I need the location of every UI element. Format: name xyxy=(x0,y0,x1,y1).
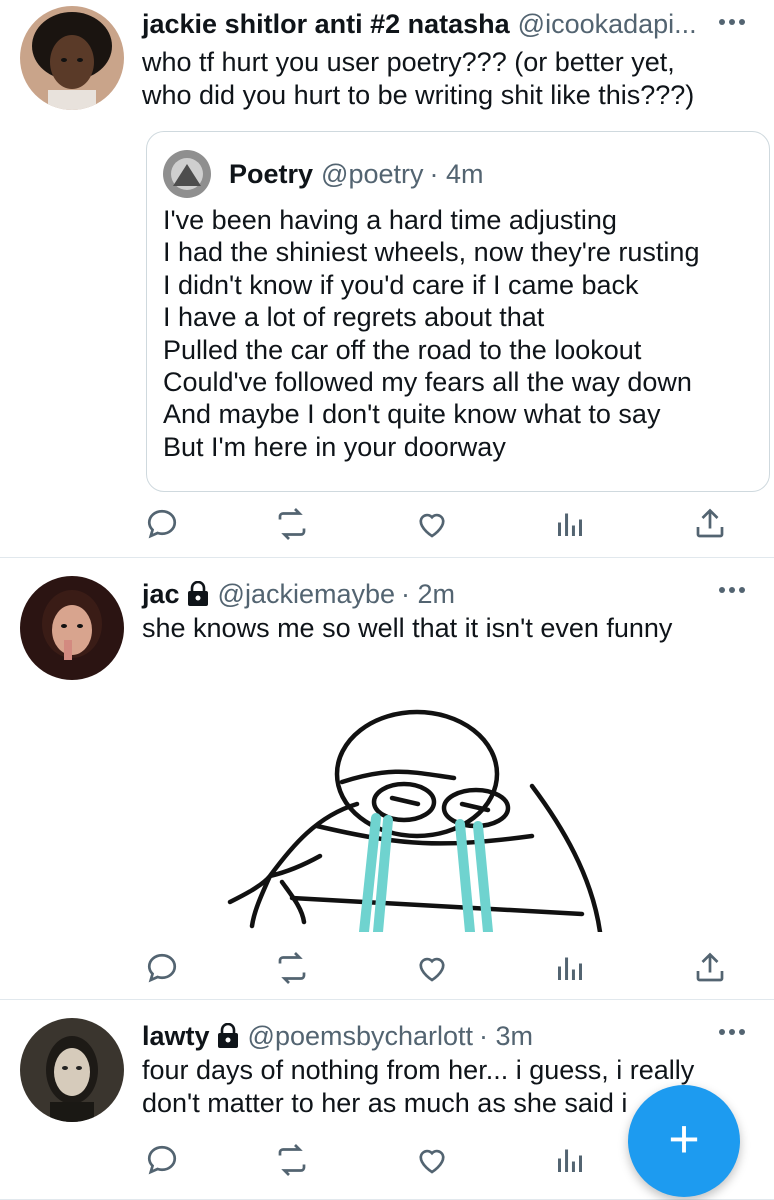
tweet-actions xyxy=(142,506,742,542)
more-options-icon[interactable] xyxy=(718,1028,746,1036)
avatar[interactable] xyxy=(20,576,124,680)
compose-tweet-button[interactable]: + xyxy=(628,1085,740,1197)
user-handle[interactable]: @jackiemaybe xyxy=(218,576,395,612)
tweet-time: · 2m xyxy=(401,579,456,609)
display-name[interactable]: jac xyxy=(142,576,180,612)
retweet-icon[interactable] xyxy=(274,506,310,542)
avatar[interactable] xyxy=(20,1018,124,1122)
quoted-display-name: Poetry xyxy=(229,158,314,189)
reply-icon[interactable] xyxy=(144,506,180,542)
tweet-2[interactable]: jac @jackiemaybe · 2m she knows me so we… xyxy=(0,558,774,1000)
retweet-icon[interactable] xyxy=(274,1142,310,1178)
analytics-icon[interactable] xyxy=(552,1142,588,1178)
lock-icon xyxy=(187,581,208,606)
user-handle[interactable]: @icookadapi... xyxy=(518,6,697,42)
tweet-actions xyxy=(142,950,742,986)
analytics-icon[interactable] xyxy=(552,506,588,542)
retweet-icon[interactable] xyxy=(274,950,310,986)
reply-icon[interactable] xyxy=(144,1142,180,1178)
share-icon[interactable] xyxy=(692,950,728,986)
avatar[interactable] xyxy=(20,6,124,110)
tweet-1[interactable]: jackie shitlor anti #2 natasha @icookada… xyxy=(0,0,774,558)
tweet-time: · 3m xyxy=(479,1021,534,1051)
quoted-text: I've been having a hard time adjusting I… xyxy=(163,205,700,462)
like-icon[interactable] xyxy=(414,506,450,542)
tweet-text: who tf hurt you user poetry??? (or bette… xyxy=(142,47,695,110)
quoted-avatar xyxy=(163,150,211,198)
more-options-icon[interactable] xyxy=(718,18,746,26)
reply-icon[interactable] xyxy=(144,950,180,986)
tweet-media-drawing[interactable] xyxy=(142,686,632,932)
quoted-time: · 4m xyxy=(429,158,484,189)
analytics-icon[interactable] xyxy=(552,950,588,986)
display-name[interactable]: jackie shitlor anti #2 natasha xyxy=(142,6,510,42)
like-icon[interactable] xyxy=(414,1142,450,1178)
lock-icon xyxy=(217,1023,238,1048)
like-icon[interactable] xyxy=(414,950,450,986)
quoted-tweet[interactable]: Poetry @poetry · 4m I've been having a h… xyxy=(146,131,770,492)
user-handle[interactable]: @poemsbycharlott xyxy=(248,1018,474,1054)
tweet-text: she knows me so well that it isn't even … xyxy=(142,613,673,643)
quoted-handle: @poetry xyxy=(321,158,424,189)
display-name[interactable]: lawty xyxy=(142,1018,210,1054)
more-options-icon[interactable] xyxy=(718,586,746,594)
share-icon[interactable] xyxy=(692,506,728,542)
